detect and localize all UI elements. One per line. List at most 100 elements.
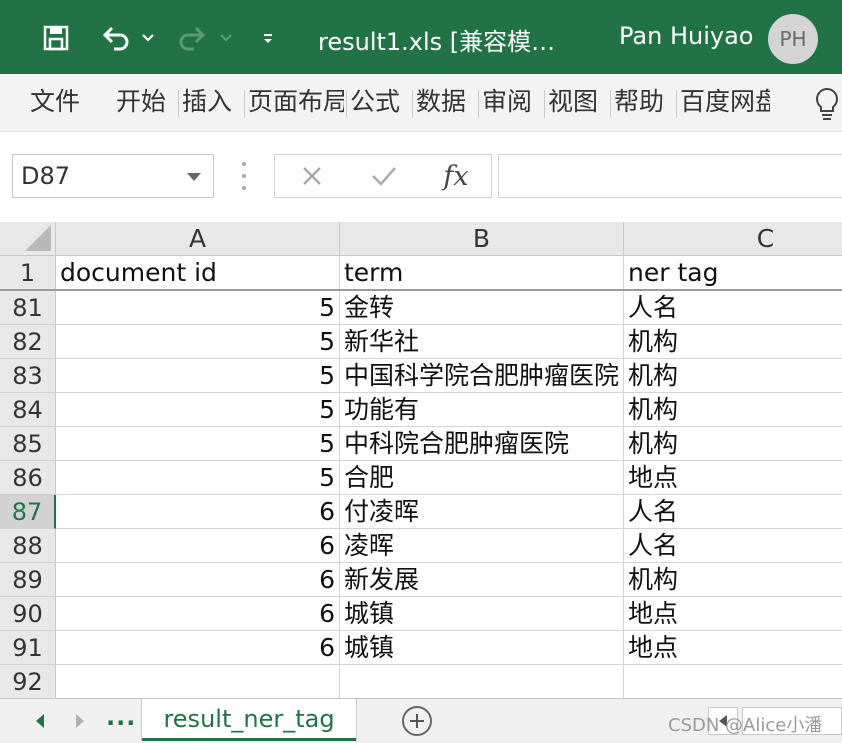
column-header-b[interactable]: B — [340, 222, 624, 256]
row-header[interactable]: 88 — [0, 529, 56, 563]
avatar[interactable]: PH — [768, 14, 818, 64]
cell-ner-tag[interactable]: 机构 — [624, 393, 842, 427]
table-row: 81 5 金转 人名 — [0, 291, 842, 325]
cell-term[interactable]: 城镇 — [340, 631, 624, 665]
row-header[interactable]: 89 — [0, 563, 56, 597]
row-header[interactable]: 86 — [0, 461, 56, 495]
column-header-a[interactable]: A — [56, 222, 340, 256]
table-row: 84 5 功能有 机构 — [0, 393, 842, 427]
cell-ner-tag[interactable]: 机构 — [624, 563, 842, 597]
cell-document-id[interactable]: 5 — [56, 461, 340, 495]
cell-ner-tag[interactable] — [624, 665, 842, 698]
row-header[interactable]: 82 — [0, 325, 56, 359]
table-row: 83 5 中国科学院合肥肿瘤医院 机构 — [0, 359, 842, 393]
menu-home[interactable]: 开始 — [116, 74, 176, 132]
menu-baidu-netdisk[interactable]: 百度网盘 — [680, 74, 770, 132]
cell-a1[interactable]: document id — [56, 256, 340, 290]
cell-document-id[interactable]: 5 — [56, 393, 340, 427]
row-header[interactable]: 83 — [0, 359, 56, 393]
formula-input[interactable] — [498, 154, 842, 198]
table-row-header: 1 document id term ner tag — [0, 256, 842, 290]
cell-term[interactable]: 凌晖 — [340, 529, 624, 563]
menu-page-layout[interactable]: 页面布局 — [248, 74, 344, 132]
row-header[interactable]: 87 — [0, 495, 56, 529]
cell-term[interactable]: 付凌晖 — [340, 495, 624, 529]
check-icon[interactable] — [359, 155, 409, 197]
formula-buttons: fx — [274, 154, 492, 198]
cell-term[interactable] — [340, 665, 624, 698]
cell-term[interactable]: 中国科学院合肥肿瘤医院 — [340, 359, 624, 393]
user-name[interactable]: Pan Huiyao — [619, 22, 753, 50]
customize-dropdown-icon[interactable] — [258, 18, 278, 58]
cell-document-id[interactable]: 6 — [56, 563, 340, 597]
row-header[interactable]: 92 — [0, 665, 56, 698]
menu-help[interactable]: 帮助 — [614, 74, 674, 132]
menu-file[interactable]: 文件 — [30, 74, 90, 132]
redo-icon[interactable] — [172, 18, 212, 58]
row-header[interactable]: 1 — [0, 256, 56, 290]
row-header[interactable]: 81 — [0, 291, 56, 325]
cell-document-id[interactable] — [56, 665, 340, 698]
insert-function-button[interactable]: fx — [427, 155, 485, 197]
cell-ner-tag[interactable]: 机构 — [624, 427, 842, 461]
table-row: 90 6 城镇 地点 — [0, 597, 842, 631]
cell-document-id[interactable]: 5 — [56, 427, 340, 461]
cross-icon[interactable] — [287, 155, 337, 197]
menu-separator — [244, 90, 245, 118]
row-header[interactable]: 85 — [0, 427, 56, 461]
next-sheet-icon[interactable] — [70, 709, 90, 733]
cell-ner-tag[interactable]: 机构 — [624, 325, 842, 359]
undo-icon[interactable] — [96, 18, 136, 58]
cell-ner-tag[interactable]: 人名 — [624, 291, 842, 325]
add-sheet-icon[interactable] — [402, 706, 432, 736]
cell-term[interactable]: 城镇 — [340, 597, 624, 631]
cell-term[interactable]: 新发展 — [340, 563, 624, 597]
menu-insert[interactable]: 插入 — [182, 74, 242, 132]
table-row: 86 5 合肥 地点 — [0, 461, 842, 495]
cell-ner-tag[interactable]: 人名 — [624, 529, 842, 563]
cell-ner-tag[interactable]: 人名 — [624, 495, 842, 529]
cell-ner-tag[interactable]: 地点 — [624, 631, 842, 665]
menu-formulas[interactable]: 公式 — [350, 74, 410, 132]
row-header[interactable]: 90 — [0, 597, 56, 631]
cell-ner-tag[interactable]: 机构 — [624, 359, 842, 393]
cell-document-id[interactable]: 6 — [56, 631, 340, 665]
cell-term[interactable]: 中科院合肥肿瘤医院 — [340, 427, 624, 461]
cell-document-id[interactable]: 5 — [56, 359, 340, 393]
row-header[interactable]: 84 — [0, 393, 56, 427]
menu-separator — [412, 90, 413, 118]
redo-dropdown-icon[interactable] — [216, 18, 236, 58]
cell-term[interactable]: 功能有 — [340, 393, 624, 427]
menu-separator — [346, 90, 347, 118]
formula-bar-grip[interactable] — [240, 162, 248, 190]
menu-data[interactable]: 数据 — [416, 74, 476, 132]
cell-document-id[interactable]: 5 — [56, 325, 340, 359]
cell-ner-tag[interactable]: 地点 — [624, 597, 842, 631]
cell-document-id[interactable]: 6 — [56, 529, 340, 563]
cell-term[interactable]: 合肥 — [340, 461, 624, 495]
cell-document-id[interactable]: 6 — [56, 597, 340, 631]
sheet-tab-active[interactable]: result_ner_tag — [142, 699, 356, 741]
cell-c1[interactable]: ner tag — [624, 256, 842, 290]
table-row: 85 5 中科院合肥肿瘤医院 机构 — [0, 427, 842, 461]
undo-dropdown-icon[interactable] — [138, 18, 158, 58]
cell-ner-tag[interactable]: 地点 — [624, 461, 842, 495]
more-sheets-button[interactable]: ... — [106, 703, 136, 731]
save-icon[interactable] — [36, 18, 76, 58]
cell-document-id[interactable]: 6 — [56, 495, 340, 529]
prev-sheet-icon[interactable] — [30, 709, 50, 733]
menu-view[interactable]: 视图 — [548, 74, 608, 132]
cell-term[interactable]: 新华社 — [340, 325, 624, 359]
cell-term[interactable]: 金转 — [340, 291, 624, 325]
cell-b1[interactable]: term — [340, 256, 624, 290]
chevron-down-icon[interactable] — [187, 173, 201, 181]
title-bar: result1.xls [兼容模… Pan Huiyao PH — [0, 0, 842, 74]
menu-separator — [610, 90, 611, 118]
lightbulb-icon[interactable] — [812, 86, 842, 122]
cell-document-id[interactable]: 5 — [56, 291, 340, 325]
name-box[interactable]: D87 — [12, 154, 214, 198]
menu-review[interactable]: 审阅 — [482, 74, 542, 132]
row-header[interactable]: 91 — [0, 631, 56, 665]
select-all-button[interactable] — [0, 222, 56, 256]
column-header-c[interactable]: C — [624, 222, 842, 256]
